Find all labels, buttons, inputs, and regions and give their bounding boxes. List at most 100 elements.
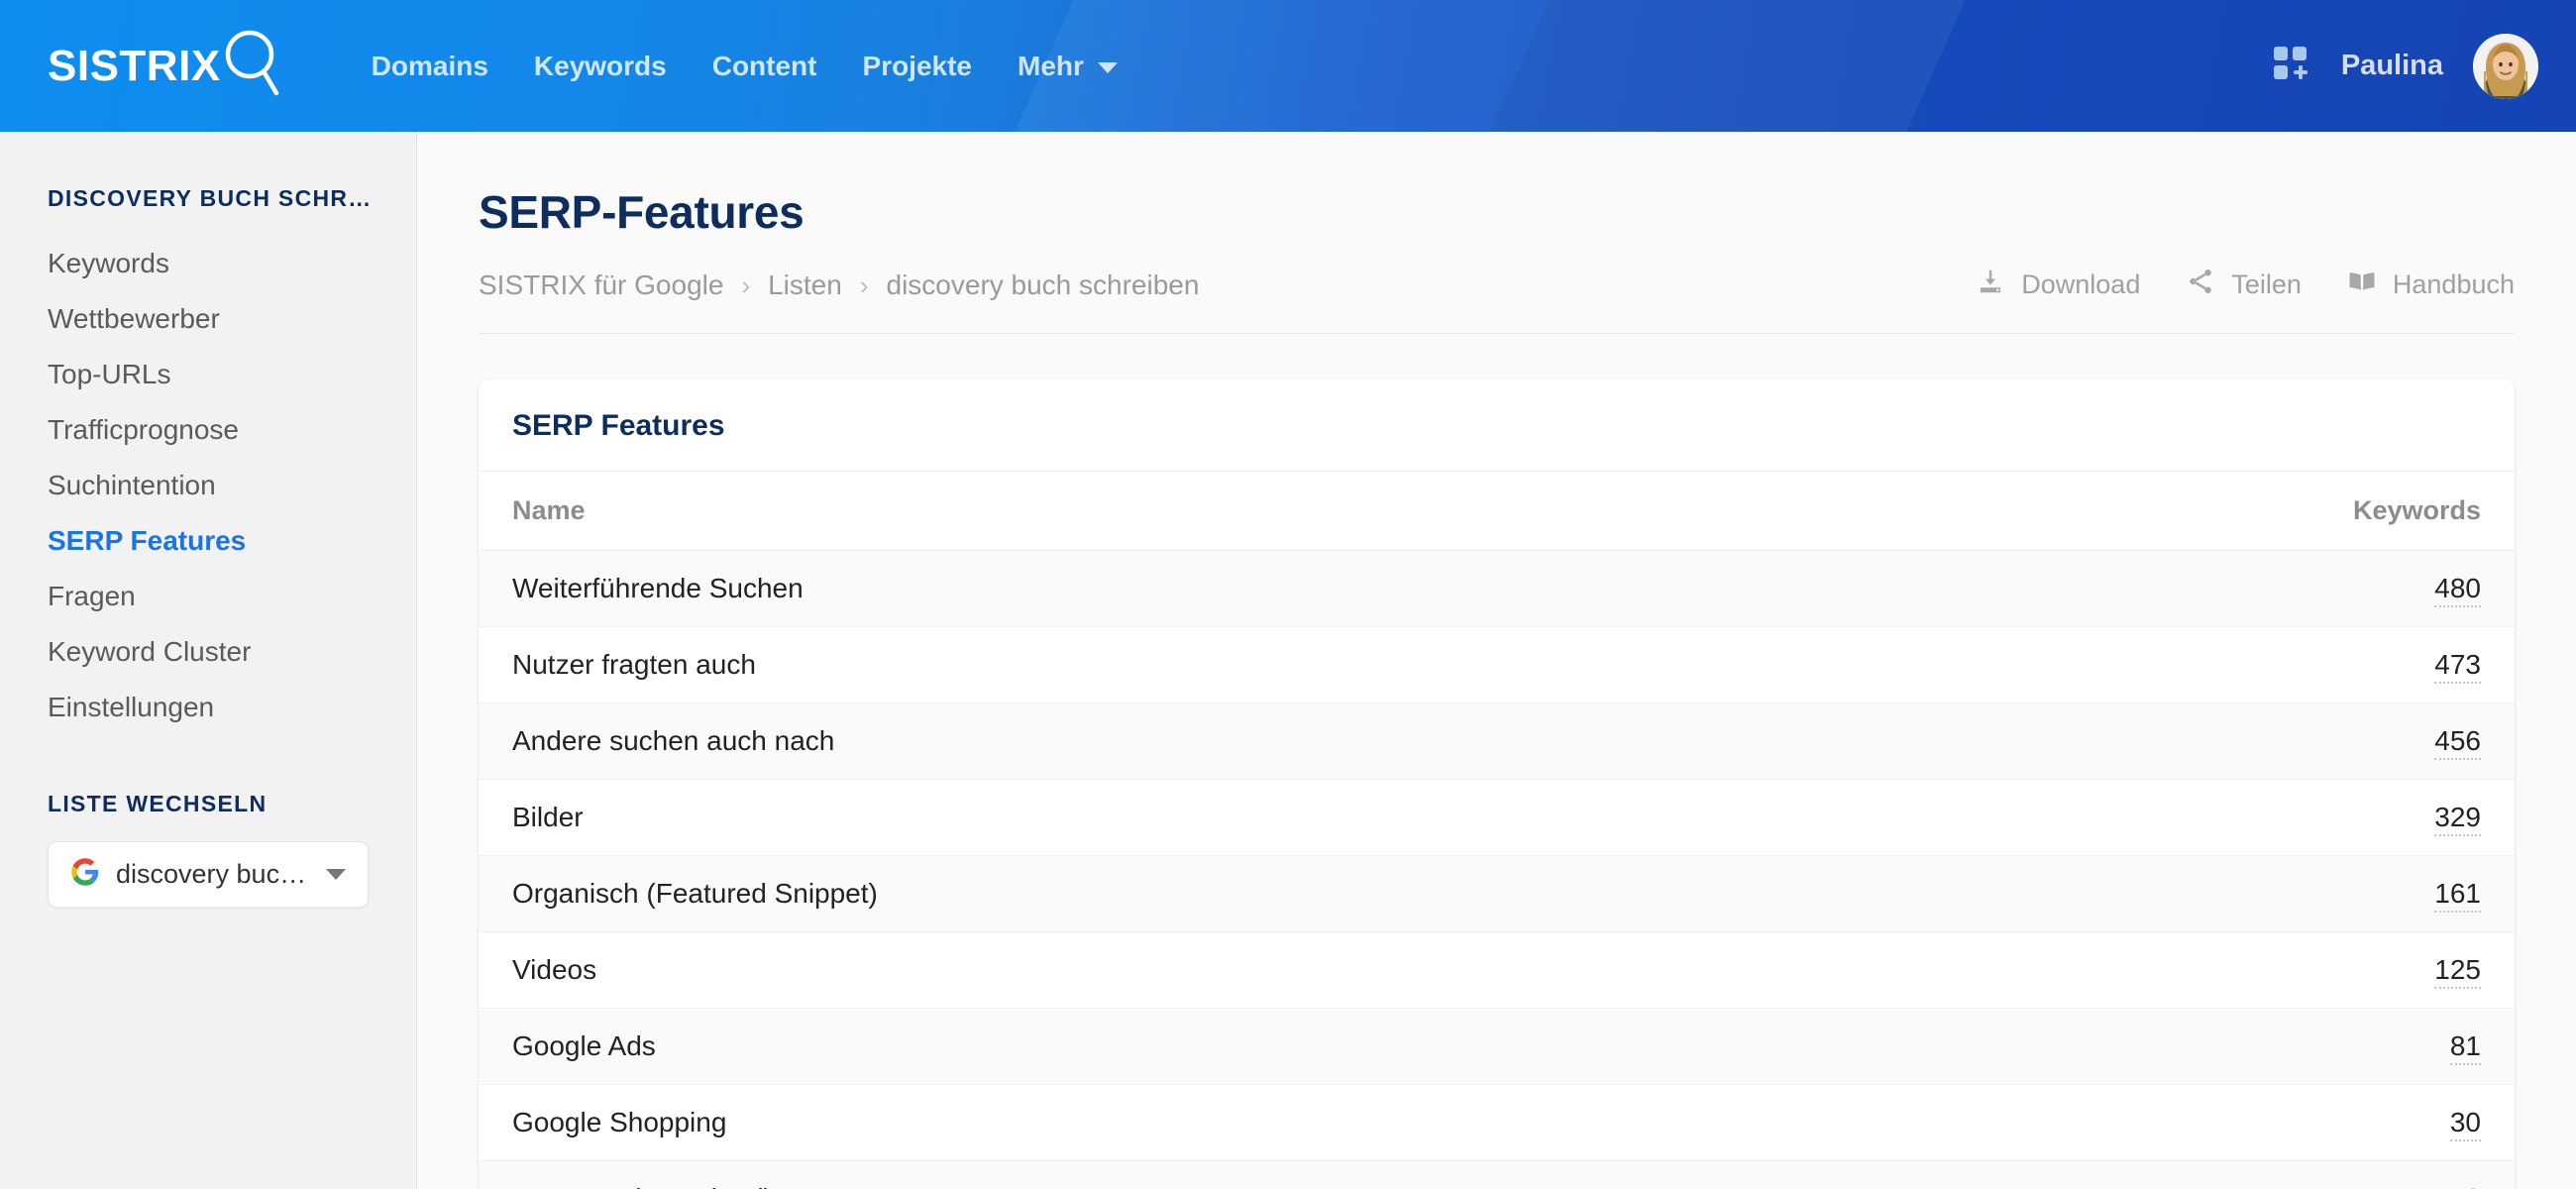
- sidebar-item-suchintention[interactable]: Suchintention: [0, 458, 416, 513]
- share-button[interactable]: Teilen: [2186, 267, 2302, 303]
- magnifier-icon: [224, 28, 281, 104]
- cell-keyword-count: 9: [1881, 1160, 2515, 1189]
- keyword-count-value[interactable]: 456: [2434, 725, 2481, 760]
- table-head: Name Keywords: [479, 472, 2515, 551]
- sidebar-item-wettbewerber[interactable]: Wettbewerber: [0, 291, 416, 347]
- cell-keyword-count: 30: [1881, 1084, 2515, 1161]
- breadcrumb: SISTRIX für Google › Listen › discovery …: [479, 270, 1199, 301]
- keyword-count-value[interactable]: 329: [2434, 802, 2481, 836]
- sidebar-item-trafficprognose[interactable]: Trafficprognose: [0, 402, 416, 458]
- apps-grid-plus-icon[interactable]: [2272, 44, 2311, 88]
- google-g-icon: [70, 857, 100, 892]
- table-row[interactable]: Appstore (Download) 9: [479, 1160, 2515, 1189]
- nav-item-mehr[interactable]: Mehr: [995, 0, 1140, 132]
- serp-features-table: Name Keywords Weiterführende Suchen 480 …: [479, 472, 2515, 1189]
- top-header-bar: SISTRIX Domains Keywords Content Projekt…: [0, 0, 2576, 132]
- breadcrumb-row: SISTRIX für Google › Listen › discovery …: [479, 267, 2515, 334]
- nav-label: Projekte: [862, 51, 973, 81]
- nav-item-content[interactable]: Content: [690, 0, 840, 132]
- nav-label: Keywords: [533, 51, 667, 81]
- keyword-count-value[interactable]: 473: [2434, 649, 2481, 684]
- sidebar-item-serp-features[interactable]: SERP Features: [0, 513, 416, 569]
- page-body: DISCOVERY BUCH SCHR… Keywords Wettbewerb…: [0, 132, 2576, 1189]
- keyword-count-value[interactable]: 81: [2449, 1030, 2481, 1065]
- cell-keyword-count: 125: [1881, 931, 2515, 1009]
- table-row[interactable]: Videos 125: [479, 931, 2515, 1009]
- breadcrumb-item-sistrix-google[interactable]: SISTRIX für Google: [479, 270, 723, 301]
- nav-label: Content: [711, 51, 817, 81]
- nav-item-keywords[interactable]: Keywords: [511, 0, 690, 132]
- breadcrumb-item-current: discovery buch schreiben: [886, 269, 1200, 300]
- list-switch-dropdown[interactable]: discovery buch s…: [48, 841, 369, 908]
- cell-keyword-count: 456: [1881, 703, 2515, 780]
- column-header-name[interactable]: Name: [479, 472, 1882, 551]
- nav-label: Domains: [371, 51, 488, 81]
- sidebar-item-top-urls[interactable]: Top-URLs: [0, 347, 416, 402]
- cell-feature-name: Google Shopping: [479, 1084, 1882, 1161]
- serp-features-card: SERP Features Name Keywords Weiterführen…: [479, 379, 2515, 1189]
- keyword-count-value[interactable]: 30: [2449, 1107, 2481, 1141]
- table-row[interactable]: Google Shopping 30: [479, 1084, 2515, 1161]
- download-button[interactable]: Download: [1976, 267, 2140, 303]
- page-actions: Download Teilen Handbuch: [1976, 267, 2515, 303]
- cell-feature-name: Organisch (Featured Snippet): [479, 855, 1882, 932]
- sidebar: DISCOVERY BUCH SCHR… Keywords Wettbewerb…: [0, 132, 417, 1189]
- sistrix-logo-text: SISTRIX: [48, 41, 221, 90]
- main-content: SERP-Features SISTRIX für Google › Liste…: [417, 132, 2576, 1189]
- cell-feature-name: Google Ads: [479, 1008, 1882, 1085]
- nav-item-projekte[interactable]: Projekte: [840, 0, 996, 132]
- table-row[interactable]: Nutzer fragten auch 473: [479, 626, 2515, 703]
- cell-feature-name: Appstore (Download): [479, 1160, 1882, 1189]
- cell-keyword-count: 161: [1881, 855, 2515, 932]
- table-row[interactable]: Weiterführende Suchen 480: [479, 550, 2515, 627]
- sidebar-list-switch-title: LISTE WECHSELN: [48, 791, 268, 816]
- table-row[interactable]: Organisch (Featured Snippet) 161: [479, 855, 2515, 932]
- main-navigation: Domains Keywords Content Projekte Mehr: [349, 0, 1140, 132]
- keyword-count-value[interactable]: 161: [2434, 878, 2481, 913]
- cell-keyword-count: 81: [1881, 1008, 2515, 1085]
- list-switch-value: discovery buch s…: [116, 859, 310, 889]
- table-row[interactable]: Google Ads 81: [479, 1008, 2515, 1085]
- cell-feature-name: Bilder: [479, 779, 1882, 856]
- column-header-keywords[interactable]: Keywords: [1881, 472, 2515, 551]
- share-label: Teilen: [2231, 270, 2302, 299]
- download-icon: [1976, 267, 2005, 303]
- nav-label: Mehr: [1018, 51, 1084, 81]
- sidebar-item-keyword-cluster[interactable]: Keyword Cluster: [0, 624, 416, 680]
- handbook-label: Handbuch: [2392, 270, 2515, 299]
- page-header: SERP-Features SISTRIX für Google › Liste…: [417, 132, 2576, 334]
- handbook-button[interactable]: Handbuch: [2347, 267, 2515, 303]
- keyword-count-value[interactable]: 480: [2434, 573, 2481, 607]
- table-row[interactable]: Andere suchen auch nach 456: [479, 703, 2515, 780]
- sidebar-item-fragen[interactable]: Fragen: [0, 569, 416, 624]
- cell-feature-name: Nutzer fragten auch: [479, 626, 1882, 703]
- nav-item-domains[interactable]: Domains: [349, 0, 511, 132]
- page-title: SERP-Features: [479, 186, 805, 238]
- sidebar-item-keywords[interactable]: Keywords: [0, 236, 416, 291]
- sidebar-section-title: DISCOVERY BUCH SCHR…: [48, 185, 373, 211]
- cell-feature-name: Videos: [479, 931, 1882, 1009]
- share-icon: [2186, 267, 2215, 303]
- card-container: SERP Features Name Keywords Weiterführen…: [417, 334, 2576, 1189]
- sidebar-item-einstellungen[interactable]: Einstellungen: [0, 680, 416, 735]
- avatar[interactable]: [2473, 33, 2538, 99]
- breadcrumb-item-listen[interactable]: Listen: [768, 270, 842, 301]
- table-header-row: Name Keywords: [479, 472, 2515, 551]
- user-name-label[interactable]: Paulina: [2341, 50, 2443, 82]
- book-icon: [2347, 267, 2377, 303]
- table-row[interactable]: Bilder 329: [479, 779, 2515, 856]
- card-title: SERP Features: [479, 379, 2515, 472]
- breadcrumb-separator-icon: ›: [741, 270, 751, 300]
- chevron-down-icon: [1097, 62, 1118, 73]
- keyword-count-value[interactable]: 9: [2465, 1183, 2481, 1189]
- download-label: Download: [2021, 270, 2141, 299]
- keyword-count-value[interactable]: 125: [2434, 954, 2481, 989]
- cell-keyword-count: 480: [1881, 550, 2515, 627]
- sistrix-logo[interactable]: SISTRIX: [48, 28, 281, 104]
- chevron-down-icon: [326, 869, 346, 880]
- cell-feature-name: Andere suchen auch nach: [479, 703, 1882, 780]
- header-right-cluster: Paulina: [2272, 33, 2538, 99]
- cell-keyword-count: 473: [1881, 626, 2515, 703]
- cell-keyword-count: 329: [1881, 779, 2515, 856]
